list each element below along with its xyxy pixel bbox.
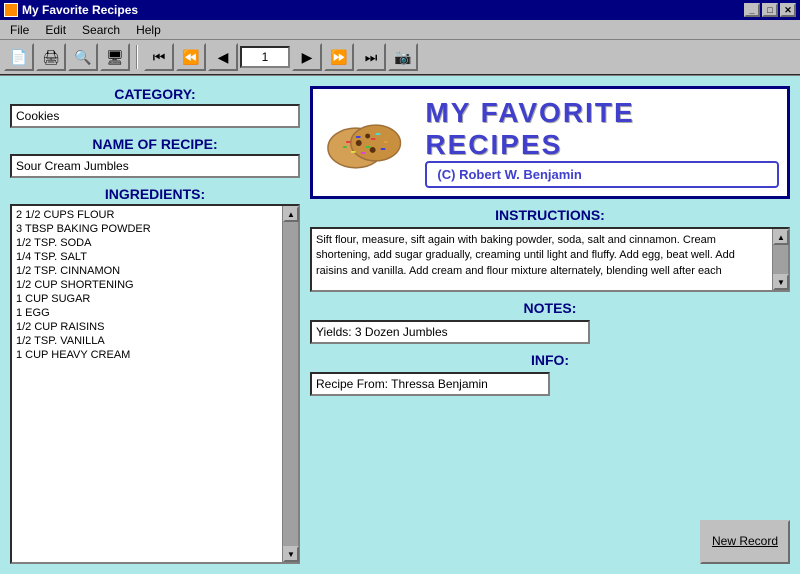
instructions-label: INSTRUCTIONS: (310, 207, 790, 223)
list-item: 1/2 TSP. SODA (14, 236, 280, 250)
notes-section: NOTES: (310, 300, 790, 344)
category-label: CATEGORY: (10, 86, 300, 102)
menu-file[interactable]: File (2, 21, 37, 39)
ingredients-label: INGREDIENTS: (10, 186, 300, 202)
list-item: 1/2 TSP. VANILLA (14, 334, 280, 348)
category-input[interactable] (10, 104, 300, 128)
list-item: 2 1/2 CUPS FLOUR (14, 208, 280, 222)
nav-next-fast-button[interactable]: ⏩ (324, 43, 354, 71)
ingredients-section: INGREDIENTS: 2 1/2 CUPS FLOUR 3 TBSP BAK… (10, 186, 300, 564)
menu-bar: File Edit Search Help (0, 20, 800, 40)
header-box: MY FAVORITE RECIPES (C) Robert W. Benjam… (310, 86, 790, 199)
nav-first-button[interactable]: ⏮ (144, 43, 174, 71)
instr-scroll-up[interactable]: ▲ (773, 229, 789, 245)
list-item: 3 TBSP BAKING POWDER (14, 222, 280, 236)
nav-last-button[interactable]: ⏭ (356, 43, 386, 71)
nav-prev-fast-button[interactable]: ⏪ (176, 43, 206, 71)
info-input[interactable] (310, 372, 550, 396)
maximize-button[interactable]: □ (762, 3, 778, 17)
list-item: 1 CUP SUGAR (14, 292, 280, 306)
list-item: 1 CUP HEAVY CREAM (14, 348, 280, 362)
right-panel: MY FAVORITE RECIPES (C) Robert W. Benjam… (310, 86, 790, 564)
toolbar-btn-4[interactable]: 🖥 (100, 43, 130, 71)
instructions-text: Sift flour, measure, sift again with bak… (312, 229, 772, 290)
nav-record-input[interactable]: 1 (240, 46, 290, 68)
main-content: CATEGORY: NAME OF RECIPE: INGREDIENTS: 2… (0, 76, 800, 574)
menu-help[interactable]: Help (128, 21, 169, 39)
camera-button[interactable]: 📷 (388, 43, 418, 71)
instructions-scrollbar: ▲ ▼ (772, 229, 788, 290)
list-item: 1/2 CUP RAISINS (14, 320, 280, 334)
new-record-button[interactable]: New Record (700, 520, 790, 564)
list-item: 1/4 TSP. SALT (14, 250, 280, 264)
info-section: INFO: (310, 352, 790, 396)
scroll-up-button[interactable]: ▲ (283, 206, 299, 222)
window-title: My Favorite Recipes (22, 3, 138, 17)
nav-prev-button[interactable]: ◀ (208, 43, 238, 71)
toolbar-btn-2[interactable]: 🖨 (36, 43, 66, 71)
instr-scroll-track[interactable] (773, 245, 788, 274)
recipe-name-input[interactable] (10, 154, 300, 178)
toolbar: 📄 🖨 🔍 🖥 ⏮ ⏪ ◀ 1 ▶ ⏩ ⏭ 📷 (0, 40, 800, 76)
list-item: 1/2 TSP. CINNAMON (14, 264, 280, 278)
toolbar-btn-1[interactable]: 📄 (4, 43, 34, 71)
notes-input[interactable] (310, 320, 590, 344)
menu-edit[interactable]: Edit (37, 21, 74, 39)
cookie-image (321, 108, 410, 178)
copyright-box: (C) Robert W. Benjamin (425, 161, 779, 188)
title-bar: My Favorite Recipes _ □ ✕ (0, 0, 800, 20)
window-controls: _ □ ✕ (744, 3, 796, 17)
category-section: CATEGORY: (10, 86, 300, 128)
left-panel: CATEGORY: NAME OF RECIPE: INGREDIENTS: 2… (10, 86, 300, 564)
info-label: INFO: (310, 352, 790, 368)
app-title-container: MY FAVORITE RECIPES (C) Robert W. Benjam… (425, 97, 779, 188)
toolbar-separator (136, 45, 138, 69)
ingredients-list-container: 2 1/2 CUPS FLOUR 3 TBSP BAKING POWDER 1/… (10, 204, 300, 564)
list-item: 1 EGG (14, 306, 280, 320)
close-button[interactable]: ✕ (780, 3, 796, 17)
instr-scroll-down[interactable]: ▼ (773, 274, 789, 290)
menu-search[interactable]: Search (74, 21, 128, 39)
notes-label: NOTES: (310, 300, 790, 316)
list-item: 1/2 CUP SHORTENING (14, 278, 280, 292)
ingredients-scrollbar: ▲ ▼ (282, 206, 298, 562)
app-icon (4, 3, 18, 17)
scroll-track[interactable] (283, 222, 298, 546)
recipe-name-label: NAME OF RECIPE: (10, 136, 300, 152)
scroll-down-button[interactable]: ▼ (283, 546, 299, 562)
app-title: MY FAVORITE RECIPES (425, 97, 779, 161)
instructions-box: Sift flour, measure, sift again with bak… (310, 227, 790, 292)
minimize-button[interactable]: _ (744, 3, 760, 17)
ingredients-list[interactable]: 2 1/2 CUPS FLOUR 3 TBSP BAKING POWDER 1/… (12, 206, 282, 562)
recipe-name-section: NAME OF RECIPE: (10, 136, 300, 178)
toolbar-search[interactable]: 🔍 (68, 43, 98, 71)
nav-next-button[interactable]: ▶ (292, 43, 322, 71)
instructions-section: INSTRUCTIONS: Sift flour, measure, sift … (310, 207, 790, 292)
